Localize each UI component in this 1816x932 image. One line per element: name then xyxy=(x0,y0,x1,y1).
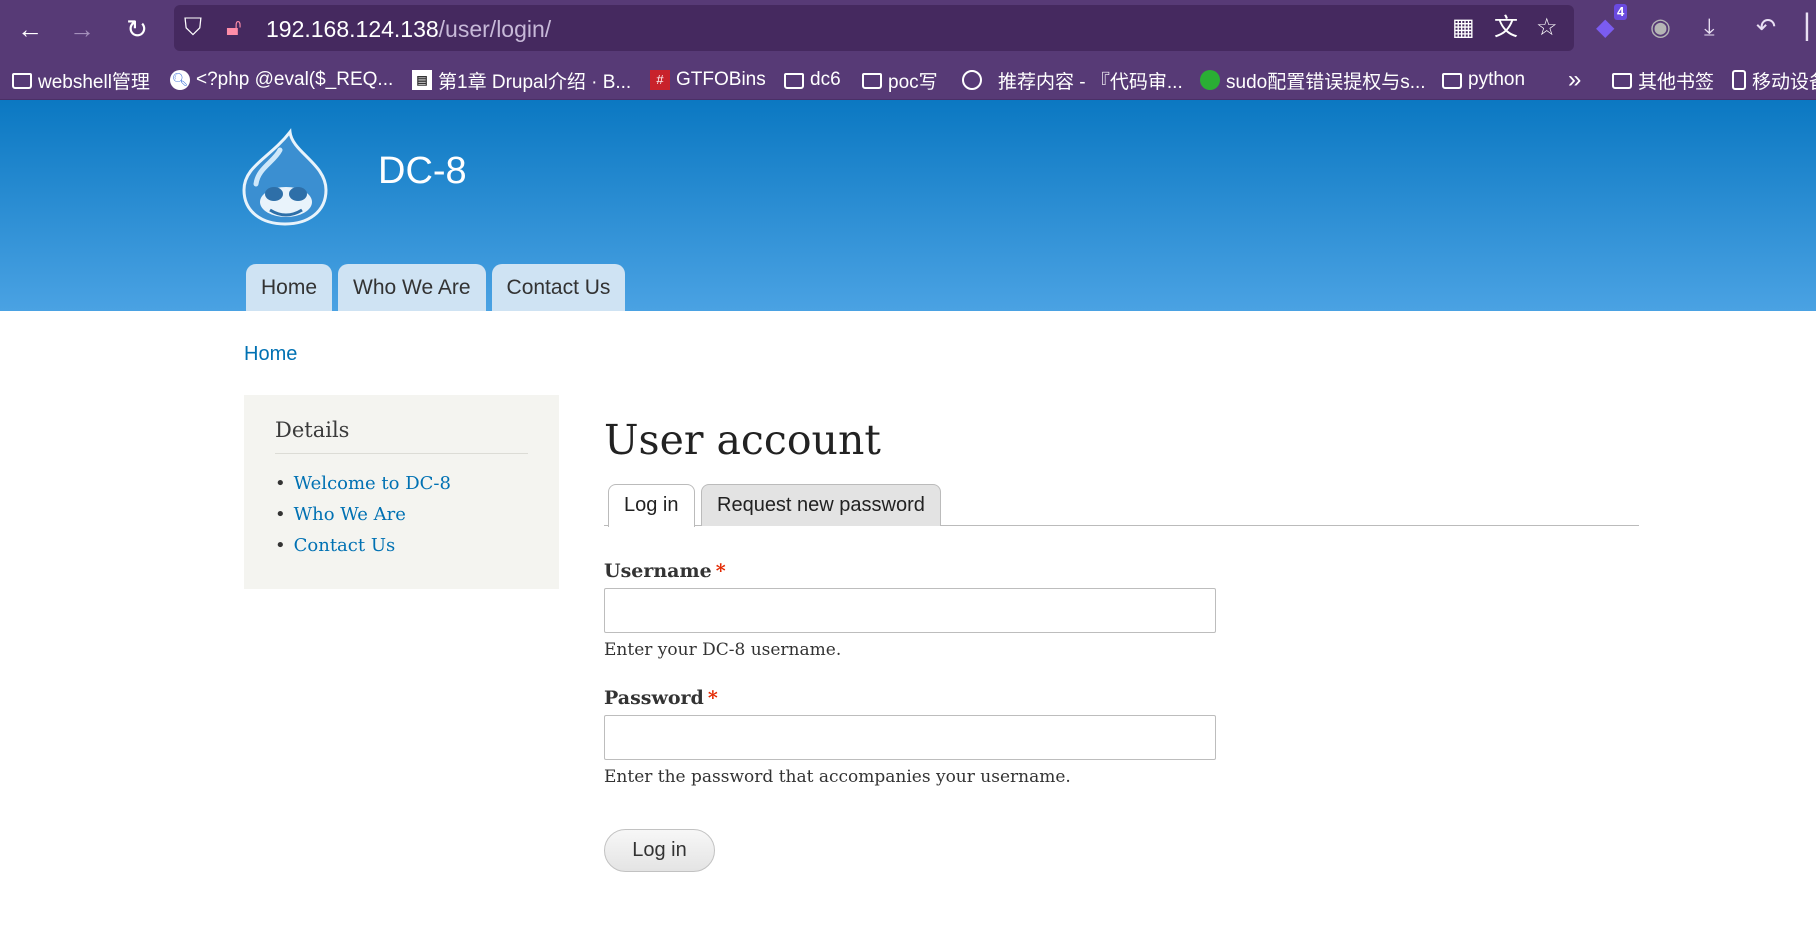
username-label-text: Username xyxy=(604,560,712,582)
page-title: User account xyxy=(604,416,881,464)
bookmark-label: webshell管理 xyxy=(38,71,150,93)
undo-icon[interactable]: ↶ xyxy=(1756,12,1776,44)
username-label: Username * xyxy=(604,560,726,582)
drupal-logo-icon[interactable] xyxy=(240,128,330,228)
extension-icon[interactable]: ◆ 4 xyxy=(1596,4,1628,44)
bookmark-item[interactable]: 推荐内容 - 『代码审... xyxy=(962,67,1183,93)
bookmark-item[interactable]: # GTFOBins xyxy=(650,67,766,93)
bookmark-item[interactable]: 移动设备 xyxy=(1732,67,1816,93)
bookmark-label: 其他书签 xyxy=(1638,71,1715,93)
url-path: /user/login/ xyxy=(438,16,552,42)
sidebar-details: Details Welcome to DC-8 Who We Are Conta… xyxy=(244,395,559,589)
bookmark-item[interactable]: sudo配置错误提权与s... xyxy=(1200,67,1426,93)
bookmark-item[interactable]: poc写 xyxy=(862,67,938,93)
nav-who-we-are[interactable]: Who We Are xyxy=(338,264,486,311)
sidebar-link-welcome[interactable]: Welcome to DC-8 xyxy=(275,473,451,504)
password-input[interactable] xyxy=(604,715,1216,760)
folder-icon xyxy=(1442,73,1462,89)
folder-icon xyxy=(862,73,882,89)
bookmark-label: python xyxy=(1468,69,1526,90)
nav-contact-us[interactable]: Contact Us xyxy=(491,264,626,311)
bookmark-item[interactable]: 🔍︎ <?php @eval($_REQ... xyxy=(170,67,393,93)
site-name[interactable]: DC-8 xyxy=(378,150,467,193)
bookmark-label: 第1章 Drupal介绍 · B... xyxy=(438,71,632,93)
translate-icon[interactable]: 文 xyxy=(1494,14,1518,42)
shield-icon[interactable]: ⛉ xyxy=(184,14,202,42)
required-mark: * xyxy=(715,560,726,582)
browser-toolbar: ← → ↻ ⛉ 🔓︎ 192.168.124.138/user/login/ ▦… xyxy=(0,0,1816,58)
phone-icon xyxy=(1732,70,1746,90)
download-icon[interactable]: ⤓ xyxy=(1704,12,1715,44)
record-icon[interactable]: ◉ xyxy=(1650,12,1671,44)
bookmark-label: 移动设备 xyxy=(1752,71,1816,93)
username-input[interactable] xyxy=(604,588,1216,633)
sidebar-link-who-we-are[interactable]: Who We Are xyxy=(275,504,451,535)
nav-home[interactable]: Home xyxy=(246,264,333,311)
bookmark-item[interactable]: python xyxy=(1442,67,1525,93)
book-icon: ▤ xyxy=(412,70,432,90)
bookmark-label: dc6 xyxy=(810,69,841,90)
search-icon: 🔍︎ xyxy=(170,70,190,90)
bookmark-label: <?php @eval($_REQ... xyxy=(196,69,394,90)
bookmark-label: 推荐内容 - 『代码审... xyxy=(998,71,1183,93)
password-description: Enter the password that accompanies your… xyxy=(604,767,1071,787)
divider xyxy=(275,453,528,454)
url-host: 192.168.124.138 xyxy=(266,16,439,42)
sidebar-title: Details xyxy=(275,418,350,442)
tab-request-new-password[interactable]: Request new password xyxy=(701,484,941,526)
bookmarks-bar: webshell管理 🔍︎ <?php @eval($_REQ... ▤ 第1章 D… xyxy=(0,58,1816,100)
url-text[interactable]: 192.168.124.138/user/login/ xyxy=(266,16,551,43)
insecure-lock-icon[interactable]: 🔓︎ xyxy=(226,14,242,42)
breadcrumb-home[interactable]: Home xyxy=(244,343,297,366)
main-nav: Home Who We Are Contact Us xyxy=(246,264,631,311)
bookmark-label: sudo配置错误提权与s... xyxy=(1226,71,1426,93)
back-icon[interactable]: ← xyxy=(12,11,48,47)
account-tabs: Log in Request new password xyxy=(604,484,1639,527)
tab-log-in[interactable]: Log in xyxy=(608,484,695,527)
bookmark-item[interactable]: ▤ 第1章 Drupal介绍 · B... xyxy=(412,67,631,93)
reload-icon[interactable]: ↻ xyxy=(119,11,155,47)
bookmark-item[interactable]: webshell管理 xyxy=(12,67,150,93)
sidebar-links: Welcome to DC-8 Who We Are Contact Us xyxy=(275,473,451,566)
sidebar-link-contact-us[interactable]: Contact Us xyxy=(275,535,451,566)
folder-icon xyxy=(784,73,804,89)
password-label: Password * xyxy=(604,687,718,709)
bookmark-item[interactable]: dc6 xyxy=(784,67,841,93)
bookmark-label: GTFOBins xyxy=(676,69,766,90)
password-label-text: Password xyxy=(604,687,704,709)
folder-icon xyxy=(1612,73,1632,89)
globe-icon xyxy=(962,70,982,90)
folder-icon xyxy=(12,73,32,89)
more-bookmarks-icon[interactable]: » xyxy=(1568,66,1581,93)
bookmark-item[interactable]: 其他书签 xyxy=(1612,67,1714,93)
username-description: Enter your DC-8 username. xyxy=(604,640,842,660)
forward-icon[interactable]: → xyxy=(64,11,100,47)
menu-icon[interactable]: ▏ xyxy=(1806,12,1816,44)
gtfobins-icon: # xyxy=(650,70,670,90)
address-bar[interactable]: ⛉ 🔓︎ 192.168.124.138/user/login/ ▦ 文 ☆ xyxy=(174,5,1574,51)
bookmark-label: poc写 xyxy=(888,71,938,93)
qr-code-icon[interactable]: ▦ xyxy=(1452,14,1475,42)
required-mark: * xyxy=(707,687,718,709)
wechat-icon xyxy=(1200,70,1220,90)
bookmark-star-icon[interactable]: ☆ xyxy=(1536,14,1558,42)
extension-badge: 4 xyxy=(1614,4,1628,20)
log-in-button[interactable]: Log in xyxy=(604,829,715,872)
